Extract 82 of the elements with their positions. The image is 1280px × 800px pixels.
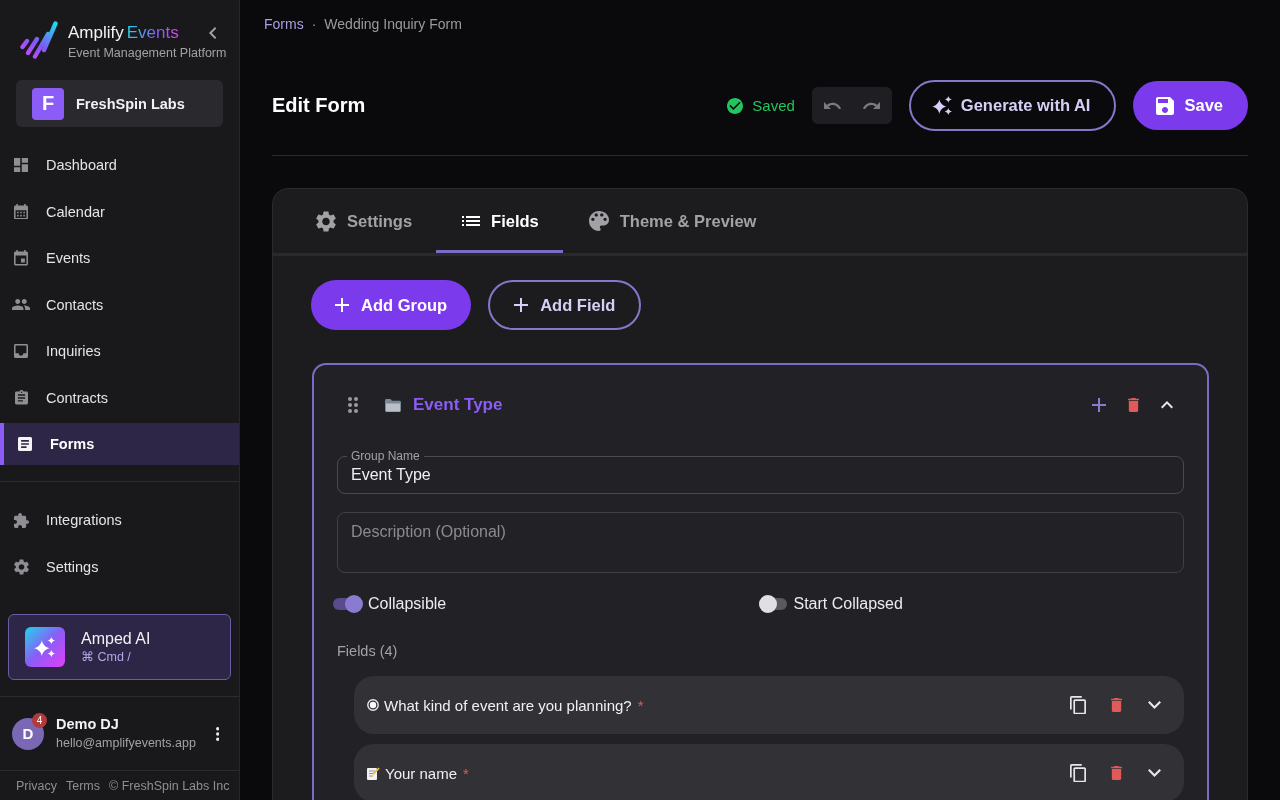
notification-badge: 4: [32, 712, 47, 728]
nav-item[interactable]: Calendar: [0, 190, 239, 233]
document-icon: [18, 437, 32, 451]
settings-icon: [13, 558, 29, 575]
calendar-event-icon: [14, 250, 28, 266]
field-label: What kind of event are you planning?: [384, 696, 632, 714]
plus-icon: [1092, 398, 1106, 412]
palette-icon: [588, 211, 609, 231]
add-field-button[interactable]: Add Field: [488, 280, 642, 330]
ai-assistant-card[interactable]: Amped AI ⌘ Cmd /: [8, 614, 231, 680]
people-icon: [12, 298, 30, 311]
brand-tagline: Event Management Platform: [68, 45, 227, 61]
org-name: FreshSpin Labs: [76, 95, 185, 112]
copyright-text: © FreshSpin Labs Inc: [109, 778, 230, 793]
chevron-down-icon: [1147, 769, 1161, 777]
toggle-switch[interactable]: [333, 594, 363, 614]
trash-icon: [1110, 698, 1122, 712]
trash-icon: [1127, 398, 1139, 412]
field-label: Your name: [385, 764, 457, 782]
breadcrumb-current: Wedding Inquiry Form: [324, 15, 462, 34]
radio-icon: [367, 699, 379, 711]
toggle-label: Start Collapsed: [793, 595, 903, 613]
sparkle-icon: [25, 627, 65, 667]
nav-item[interactable]: Events: [0, 237, 239, 279]
nav-item[interactable]: Forms: [0, 423, 239, 465]
page-title: Edit Form: [272, 94, 366, 117]
nav-item[interactable]: Integrations: [0, 499, 239, 541]
required-mark: *: [463, 764, 469, 782]
drag-handle-icon[interactable]: [348, 397, 358, 413]
keyboard-shortcut: ⌘ Cmd /: [81, 649, 132, 665]
list-icon: [462, 216, 481, 226]
undo-icon: [823, 101, 841, 110]
nav-item[interactable]: Dashboard: [0, 144, 239, 186]
generate-ai-button[interactable]: Generate with AI: [908, 80, 1117, 131]
trash-icon: [1110, 766, 1122, 780]
brand-name: Amplify: [68, 23, 124, 43]
memo-icon: [367, 766, 380, 780]
privacy-link[interactable]: Privacy: [16, 778, 57, 793]
breadcrumb-separator: ·: [311, 15, 317, 34]
org-avatar: F: [32, 87, 64, 120]
nav-item[interactable]: Settings: [0, 545, 239, 588]
tab[interactable]: Theme & Preview: [562, 189, 781, 253]
tab[interactable]: Settings: [290, 189, 437, 253]
redo-icon: [862, 101, 880, 110]
breadcrumb-link[interactable]: Forms: [264, 14, 304, 34]
nav-item[interactable]: Contacts: [0, 283, 239, 326]
plus-icon: [335, 298, 349, 312]
description-field[interactable]: Description (Optional): [337, 512, 1184, 573]
ai-assistant-title: Amped AI: [81, 629, 151, 649]
kebab-menu-icon[interactable]: [215, 726, 219, 741]
save-button[interactable]: Save: [1133, 81, 1248, 130]
copy-icon: [1070, 695, 1086, 715]
copy-icon: [1070, 763, 1086, 783]
add-group-button[interactable]: Add Group: [311, 280, 472, 330]
sparkle-icon: [931, 95, 952, 116]
settings-icon: [316, 210, 336, 232]
toggle-label: Collapsible: [368, 595, 447, 613]
group-title: Event Type: [413, 395, 503, 415]
calendar-icon: [14, 203, 28, 220]
inbox-icon: [14, 344, 28, 358]
terms-link[interactable]: Terms: [66, 778, 100, 793]
nav-item[interactable]: Inquiries: [0, 330, 239, 372]
save-status: Saved: [752, 97, 795, 114]
user-email: hello@amplifyevents.app: [56, 735, 197, 752]
org-switcher[interactable]: F FreshSpin Labs: [16, 80, 223, 127]
clipboard-icon: [14, 390, 28, 405]
user-name: Demo DJ: [56, 715, 120, 733]
fields-heading: Fields (4): [337, 642, 399, 661]
required-mark: *: [637, 696, 644, 714]
puzzle-icon: [13, 512, 29, 528]
field-label: Group Name: [347, 449, 424, 463]
chevron-up-icon: [1161, 401, 1173, 409]
save-icon: [1156, 96, 1175, 115]
toggle-switch[interactable]: [758, 594, 789, 614]
logo-icon: [20, 21, 58, 59]
plus-icon: [514, 298, 529, 312]
folder-icon: [385, 398, 401, 412]
tab[interactable]: Fields: [436, 189, 563, 253]
chevron-down-icon: [1147, 701, 1161, 709]
nav-item[interactable]: Contracts: [0, 376, 239, 419]
dashboard-icon: [14, 158, 28, 172]
chevron-left-icon[interactable]: [208, 27, 216, 39]
